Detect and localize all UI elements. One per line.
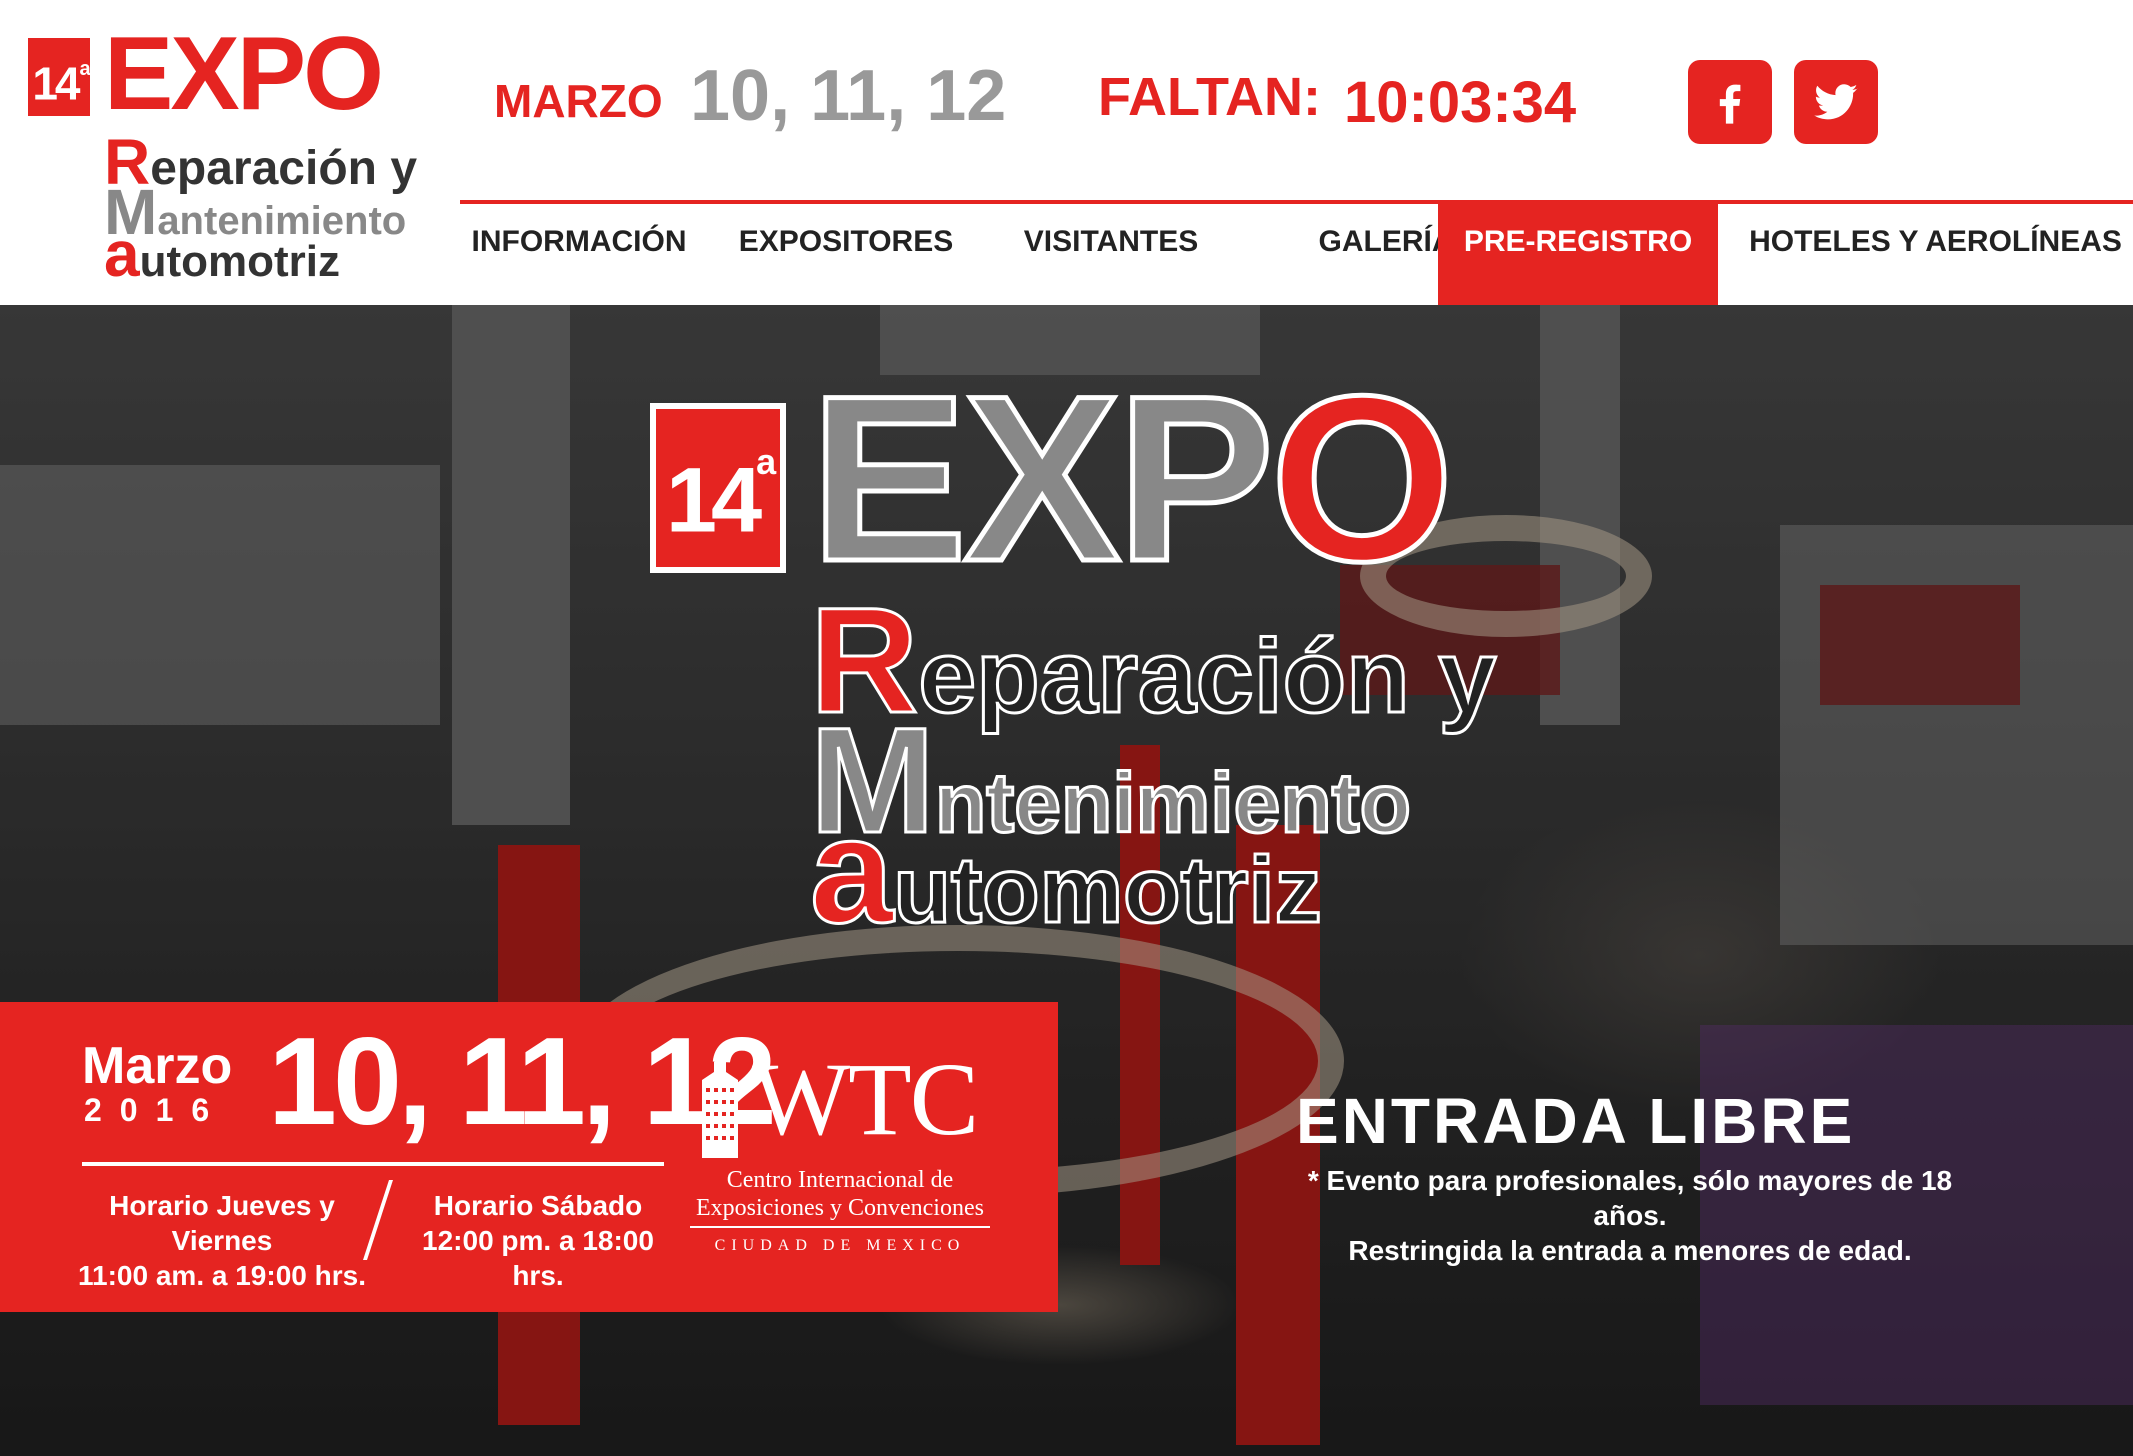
venue-city: CIUDAD DE MEXICO — [714, 1237, 966, 1254]
logo-expo-text: EXPO — [104, 16, 384, 132]
venue-logo: WTC Centro Internacional de Exposiciones… — [690, 1042, 990, 1260]
schedule-saturday: Horario Sábado 12:00 pm. a 18:00 hrs. — [422, 1190, 654, 1291]
nav-item-expositores[interactable]: EXPOSITORES — [728, 204, 964, 305]
logo-edition-badge: 14 a — [28, 38, 91, 116]
divider — [82, 1162, 664, 1166]
nav-item-informacion[interactable]: INFORMACIÓN — [460, 204, 698, 305]
wtc-building-icon — [702, 1058, 738, 1158]
venue-divider — [690, 1226, 990, 1228]
facebook-button[interactable] — [1688, 60, 1772, 144]
hero-logo-line-3: automotriz — [808, 786, 1323, 954]
venue-name: WTC — [752, 1042, 979, 1157]
event-year: 2016 — [84, 1092, 228, 1128]
event-days: 10, 11, 12 — [690, 56, 1007, 136]
hero-logo-badge: 14a — [650, 403, 786, 573]
hero-logo: 14a EXPO Reparación y Mntenimiento autom… — [650, 359, 1498, 954]
logo-line-3: automotriz — [104, 218, 340, 290]
event-month-label: MARZO — [494, 75, 663, 127]
age-restriction-note: * Evento para profesionales, sólo mayore… — [1307, 1165, 1953, 1266]
schedule-weekdays: Horario Jueves y Viernes 11:00 am. a 19:… — [78, 1190, 366, 1291]
event-info-box: Marzo 2016 10, 11, 12 Horario Jueves y V… — [0, 1002, 1058, 1312]
countdown-label: FALTAN: — [1098, 67, 1321, 127]
event-month: Marzo — [82, 1037, 233, 1095]
countdown-timer: 10:03:34 — [1344, 70, 1577, 135]
twitter-icon — [1814, 84, 1858, 120]
hero-logo-expo: EXPO — [807, 347, 1456, 611]
site-header: 14 a EXPO Reparación y Mantenimiento auto… — [0, 0, 2133, 305]
venue-line-1: Centro Internacional de — [726, 1167, 954, 1193]
site-logo[interactable]: 14 a EXPO Reparación y Mantenimiento auto… — [28, 22, 417, 286]
nav-item-visitantes[interactable]: VISITANTES — [992, 204, 1230, 305]
twitter-button[interactable] — [1794, 60, 1878, 144]
nav-item-pre-registro[interactable]: PRE-REGISTRO — [1438, 204, 1718, 305]
free-entry-heading: ENTRADA LIBRE — [1296, 1085, 1856, 1157]
main-nav: INFORMACIÓN EXPOSITORES VISITANTES GALER… — [460, 200, 2133, 309]
venue-line-2: Exposiciones y Convenciones — [696, 1195, 984, 1221]
facebook-icon — [1719, 84, 1741, 124]
hero-banner: 14a EXPO Reparación y Mntenimiento autom… — [0, 305, 2133, 1456]
nav-item-hoteles-aerolineas[interactable]: HOTELES Y AEROLÍNEAS — [1738, 204, 2133, 305]
